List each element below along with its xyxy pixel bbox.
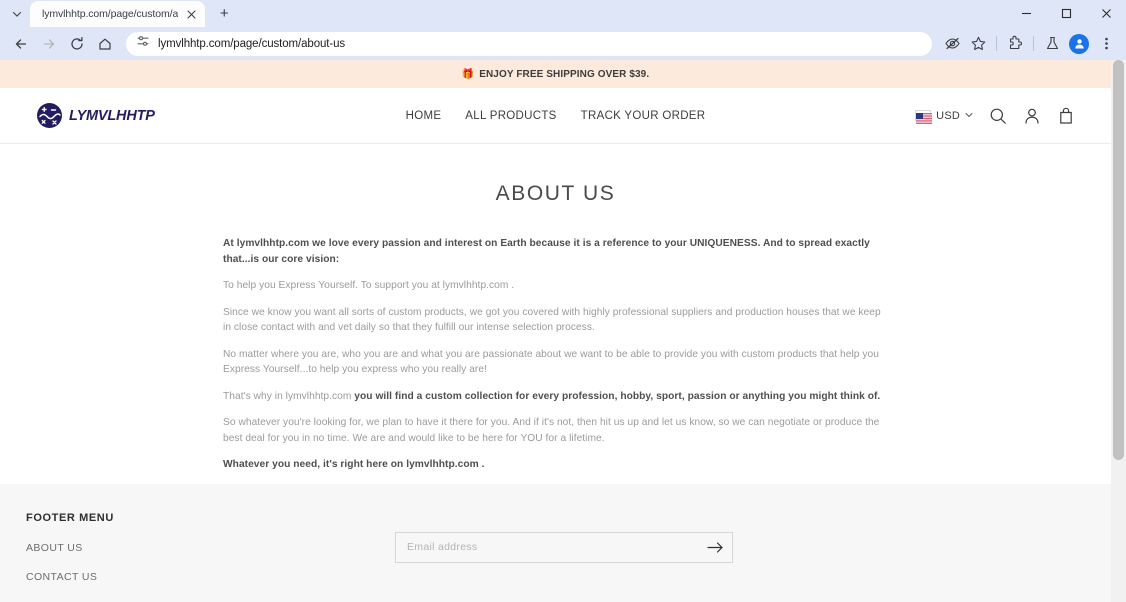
- toolbar-divider-2: [1033, 36, 1034, 51]
- browser-tab-active[interactable]: lymvlhhtp.com/page/custom/a: [30, 1, 206, 27]
- back-arrow-icon[interactable]: [8, 31, 34, 57]
- paragraph-5-bold: you will find a custom collection for ev…: [354, 390, 881, 402]
- page-title: ABOUT US: [495, 182, 616, 205]
- site-logo[interactable]: LYMVLHHTP: [36, 102, 155, 129]
- footer-menu-heading: FOOTER MENU: [26, 511, 114, 524]
- site-footer: FOOTER MENU ABOUT US CONTACT US TRACK YO…: [0, 483, 1111, 602]
- paragraph-5: That's why in lymvlhhtp.com you will fin…: [223, 389, 888, 405]
- shopping-bag-icon[interactable]: [1057, 107, 1075, 125]
- site-settings-icon[interactable]: [136, 34, 150, 53]
- puzzle-icon[interactable]: [1003, 32, 1027, 56]
- profile-avatar-icon[interactable]: [1069, 33, 1089, 54]
- footer-inner: FOOTER MENU ABOUT US CONTACT US TRACK YO…: [18, 512, 1093, 602]
- paragraph-7: Whatever you need, it's right here on ly…: [223, 459, 485, 470]
- paragraph-2: To help you Express Yourself. To support…: [223, 280, 515, 291]
- toolbar-divider-1: [996, 36, 997, 51]
- logo-text: LYMVLHHTP: [69, 107, 155, 124]
- logo-mark-icon: [36, 102, 63, 129]
- browser-window: lymvlhhtp.com/page/custom/a + lymvlhhtp.…: [0, 0, 1126, 602]
- tab-strip: lymvlhhtp.com/page/custom/a +: [0, 0, 1126, 27]
- tab-search-chevron-icon[interactable]: [4, 1, 30, 27]
- forward-arrow-icon: [36, 31, 62, 57]
- gift-icon: 🎁: [461, 68, 475, 80]
- footer-menu-column: FOOTER MENU ABOUT US CONTACT US TRACK YO…: [18, 512, 383, 602]
- window-controls: [1006, 0, 1126, 27]
- announcement-bar: 🎁 ENJOY FREE SHIPPING OVER $39.: [0, 60, 1111, 88]
- web-page: 🎁 ENJOY FREE SHIPPING OVER $39. LYMVLHHT…: [0, 60, 1111, 602]
- chevron-down-icon: [965, 112, 973, 120]
- home-icon[interactable]: [92, 31, 118, 57]
- footer-link-contact-us[interactable]: CONTACT US: [26, 571, 383, 583]
- us-flag-icon: [915, 110, 933, 124]
- newsletter-signup: [395, 531, 733, 563]
- flask-icon[interactable]: [1040, 32, 1064, 56]
- site-header: LYMVLHHTP HOME ALL PRODUCTS TRACK YOUR O…: [0, 88, 1111, 144]
- header-utilities: USD: [915, 107, 1075, 125]
- paragraph-3: Since we know you want all sorts of cust…: [223, 306, 881, 334]
- address-bar-url: lymvlhhtp.com/page/custom/about-us: [158, 37, 346, 50]
- tab-title: lymvlhhtp.com/page/custom/a: [42, 8, 179, 20]
- account-person-icon[interactable]: [1023, 107, 1041, 125]
- page-scrollbar[interactable]: [1111, 60, 1126, 602]
- currency-label: USD: [936, 109, 960, 122]
- paragraph-1: At lymvlhhtp.com we love every passion a…: [223, 238, 870, 265]
- nav-link-home[interactable]: HOME: [406, 110, 442, 122]
- currency-selector[interactable]: USD: [915, 109, 973, 124]
- main-content: ABOUT US At lymvlhhtp.com we love every …: [0, 144, 1111, 484]
- paragraph-6: So whatever you're looking for, we plan …: [223, 417, 880, 444]
- new-tab-button[interactable]: +: [211, 0, 237, 26]
- reload-icon[interactable]: [64, 31, 90, 57]
- window-close-button[interactable]: [1086, 0, 1126, 27]
- footer-link-about-us[interactable]: ABOUT US: [26, 542, 383, 554]
- email-address-input[interactable]: [395, 531, 733, 563]
- scrollbar-thumb[interactable]: [1113, 60, 1124, 460]
- browser-toolbar: lymvlhhtp.com/page/custom/about-us: [0, 27, 1126, 60]
- three-dot-menu-icon[interactable]: [1094, 32, 1118, 56]
- address-bar[interactable]: lymvlhhtp.com/page/custom/about-us: [126, 31, 932, 56]
- page-viewport: 🎁 ENJOY FREE SHIPPING OVER $39. LYMVLHHT…: [0, 60, 1126, 602]
- window-maximize-button[interactable]: [1046, 0, 1086, 27]
- paragraph-4: No matter where you are, who you are and…: [223, 348, 879, 376]
- newsletter-submit-button[interactable]: [698, 533, 732, 562]
- nav-link-all-products[interactable]: ALL PRODUCTS: [465, 110, 556, 122]
- about-us-body: At lymvlhhtp.com we love every passion a…: [223, 236, 888, 473]
- nav-link-track-your-order[interactable]: TRACK YOUR ORDER: [581, 110, 706, 122]
- paragraph-5-light: That's why in lymvlhhtp.com: [223, 390, 355, 402]
- star-icon[interactable]: [966, 32, 990, 56]
- eye-slash-icon[interactable]: [940, 32, 964, 56]
- announcement-text: ENJOY FREE SHIPPING OVER $39.: [479, 68, 650, 80]
- search-icon[interactable]: [989, 107, 1007, 125]
- tab-close-icon[interactable]: [184, 7, 199, 22]
- window-minimize-button[interactable]: [1006, 0, 1046, 27]
